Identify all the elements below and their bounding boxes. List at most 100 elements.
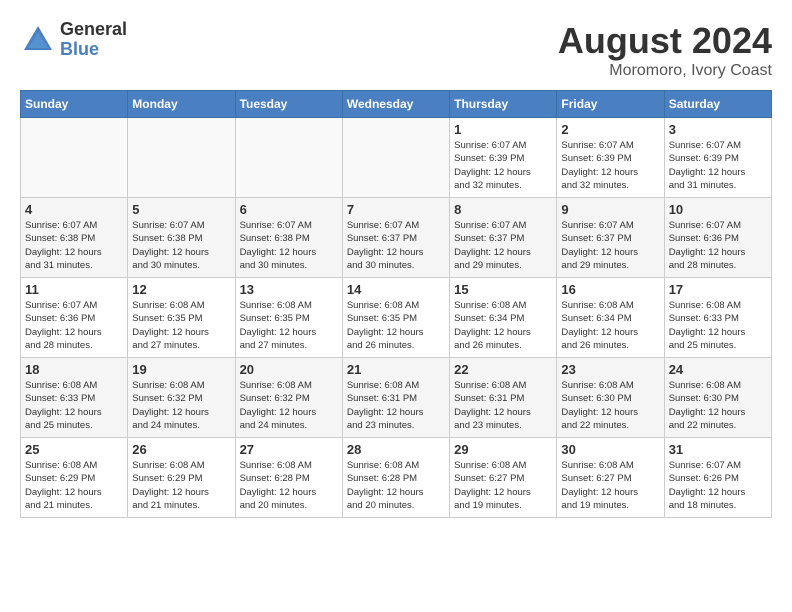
logo: General Blue [20,20,127,60]
calendar-cell: 15 Sunrise: 6:08 AMSunset: 6:34 PMDayligh… [450,278,557,358]
day-info: Sunrise: 6:08 AMSunset: 6:31 PMDaylight:… [347,379,445,432]
calendar-week-row: 11Sunrise: 6:07 AMSunset: 6:36 PMDayligh… [21,278,772,358]
day-info: Sunrise: 6:08 AMSunset: 6:30 PMDaylight:… [561,379,659,432]
calendar-title: August 2024 [558,20,772,62]
day-info: Sunrise: 6:08 AMSunset: 6:31 PMDaylight:… [454,379,552,432]
day-number: 2 [561,122,659,137]
calendar-cell: 18 Sunrise: 6:08 AMSunset: 6:33 PMDayligh… [21,358,128,438]
title-block: August 2024 Moromoro, Ivory Coast [558,20,772,80]
calendar-location: Moromoro, Ivory Coast [558,62,772,80]
day-info: Sunrise: 6:07 AMSunset: 6:26 PMDaylight:… [669,459,767,512]
logo-general-text: General [60,20,127,40]
calendar-cell: 19 Sunrise: 6:08 AMSunset: 6:32 PMDayligh… [128,358,235,438]
day-of-week-header: Tuesday [235,91,342,118]
day-number: 22 [454,362,552,377]
day-number: 29 [454,442,552,457]
calendar-cell: 7 Sunrise: 6:07 AMSunset: 6:37 PMDaylight… [342,198,449,278]
calendar-cell: 8 Sunrise: 6:07 AMSunset: 6:37 PMDaylight… [450,198,557,278]
day-info: Sunrise: 6:07 AMSunset: 6:37 PMDaylight:… [561,219,659,272]
calendar-week-row: 1 Sunrise: 6:07 AMSunset: 6:39 PMDaylight… [21,118,772,198]
day-number: 31 [669,442,767,457]
day-info: Sunrise: 6:08 AMSunset: 6:35 PMDaylight:… [347,299,445,352]
day-info: Sunrise: 6:07 AMSunset: 6:39 PMDaylight:… [669,139,767,192]
day-number: 6 [240,202,338,217]
day-number: 16 [561,282,659,297]
day-number: 18 [25,362,123,377]
day-of-week-header: Wednesday [342,91,449,118]
calendar-cell: 27 Sunrise: 6:08 AMSunset: 6:28 PMDayligh… [235,438,342,518]
day-info: Sunrise: 6:08 AMSunset: 6:27 PMDaylight:… [454,459,552,512]
page-header: General Blue August 2024 Moromoro, Ivory… [20,20,772,80]
calendar-week-row: 18 Sunrise: 6:08 AMSunset: 6:33 PMDayligh… [21,358,772,438]
calendar-cell: 17 Sunrise: 6:08 AMSunset: 6:33 PMDayligh… [664,278,771,358]
day-info: Sunrise: 6:07 AMSunset: 6:37 PMDaylight:… [454,219,552,272]
calendar-cell: 23 Sunrise: 6:08 AMSunset: 6:30 PMDayligh… [557,358,664,438]
calendar-cell: 14 Sunrise: 6:08 AMSunset: 6:35 PMDayligh… [342,278,449,358]
day-number: 4 [25,202,123,217]
calendar-header-row: SundayMondayTuesdayWednesdayThursdayFrid… [21,91,772,118]
calendar-cell: 9 Sunrise: 6:07 AMSunset: 6:37 PMDaylight… [557,198,664,278]
day-number: 27 [240,442,338,457]
day-info: Sunrise: 6:07 AMSunset: 6:38 PMDaylight:… [25,219,123,272]
day-number: 10 [669,202,767,217]
calendar-week-row: 25 Sunrise: 6:08 AMSunset: 6:29 PMDayligh… [21,438,772,518]
day-number: 17 [669,282,767,297]
day-number: 7 [347,202,445,217]
day-info: Sunrise: 6:08 AMSunset: 6:34 PMDaylight:… [561,299,659,352]
day-number: 28 [347,442,445,457]
day-number: 9 [561,202,659,217]
calendar-cell: 28 Sunrise: 6:08 AMSunset: 6:28 PMDayligh… [342,438,449,518]
day-number: 24 [669,362,767,377]
day-info: Sunrise: 6:08 AMSunset: 6:35 PMDaylight:… [132,299,230,352]
day-number: 14 [347,282,445,297]
day-info: Sunrise: 6:08 AMSunset: 6:28 PMDaylight:… [347,459,445,512]
calendar-cell: 6 Sunrise: 6:07 AMSunset: 6:38 PMDaylight… [235,198,342,278]
day-info: Sunrise: 6:08 AMSunset: 6:32 PMDaylight:… [240,379,338,432]
day-number: 25 [25,442,123,457]
day-number: 8 [454,202,552,217]
day-info: Sunrise: 6:08 AMSunset: 6:28 PMDaylight:… [240,459,338,512]
day-info: Sunrise: 6:08 AMSunset: 6:29 PMDaylight:… [25,459,123,512]
calendar-cell: 20Sunrise: 6:08 AMSunset: 6:32 PMDayligh… [235,358,342,438]
calendar-cell: 10Sunrise: 6:07 AMSunset: 6:36 PMDayligh… [664,198,771,278]
day-info: Sunrise: 6:08 AMSunset: 6:27 PMDaylight:… [561,459,659,512]
calendar-cell: 31 Sunrise: 6:07 AMSunset: 6:26 PMDayligh… [664,438,771,518]
day-number: 26 [132,442,230,457]
day-number: 3 [669,122,767,137]
day-info: Sunrise: 6:08 AMSunset: 6:34 PMDaylight:… [454,299,552,352]
day-number: 13 [240,282,338,297]
calendar-cell: 3 Sunrise: 6:07 AMSunset: 6:39 PMDaylight… [664,118,771,198]
calendar-cell: 4 Sunrise: 6:07 AMSunset: 6:38 PMDaylight… [21,198,128,278]
day-number: 21 [347,362,445,377]
day-number: 5 [132,202,230,217]
day-number: 15 [454,282,552,297]
calendar-cell: 11Sunrise: 6:07 AMSunset: 6:36 PMDayligh… [21,278,128,358]
logo-icon [20,22,56,58]
calendar-cell: 22 Sunrise: 6:08 AMSunset: 6:31 PMDayligh… [450,358,557,438]
calendar-cell: 25 Sunrise: 6:08 AMSunset: 6:29 PMDayligh… [21,438,128,518]
day-info: Sunrise: 6:08 AMSunset: 6:33 PMDaylight:… [669,299,767,352]
calendar-cell [128,118,235,198]
day-number: 23 [561,362,659,377]
day-info: Sunrise: 6:08 AMSunset: 6:33 PMDaylight:… [25,379,123,432]
calendar-cell: 5 Sunrise: 6:07 AMSunset: 6:38 PMDaylight… [128,198,235,278]
day-of-week-header: Friday [557,91,664,118]
day-number: 19 [132,362,230,377]
day-info: Sunrise: 6:07 AMSunset: 6:37 PMDaylight:… [347,219,445,272]
day-info: Sunrise: 6:07 AMSunset: 6:38 PMDaylight:… [240,219,338,272]
calendar-cell: 24 Sunrise: 6:08 AMSunset: 6:30 PMDayligh… [664,358,771,438]
day-info: Sunrise: 6:08 AMSunset: 6:32 PMDaylight:… [132,379,230,432]
day-info: Sunrise: 6:07 AMSunset: 6:38 PMDaylight:… [132,219,230,272]
day-info: Sunrise: 6:07 AMSunset: 6:39 PMDaylight:… [561,139,659,192]
calendar-cell: 13Sunrise: 6:08 AMSunset: 6:35 PMDayligh… [235,278,342,358]
day-info: Sunrise: 6:08 AMSunset: 6:30 PMDaylight:… [669,379,767,432]
day-info: Sunrise: 6:07 AMSunset: 6:39 PMDaylight:… [454,139,552,192]
calendar-cell: 2 Sunrise: 6:07 AMSunset: 6:39 PMDaylight… [557,118,664,198]
day-number: 1 [454,122,552,137]
day-info: Sunrise: 6:07 AMSunset: 6:36 PMDaylight:… [25,299,123,352]
logo-text: General Blue [60,20,127,60]
calendar-cell: 26Sunrise: 6:08 AMSunset: 6:29 PMDayligh… [128,438,235,518]
day-of-week-header: Saturday [664,91,771,118]
calendar-cell [235,118,342,198]
calendar-cell: 16 Sunrise: 6:08 AMSunset: 6:34 PMDayligh… [557,278,664,358]
